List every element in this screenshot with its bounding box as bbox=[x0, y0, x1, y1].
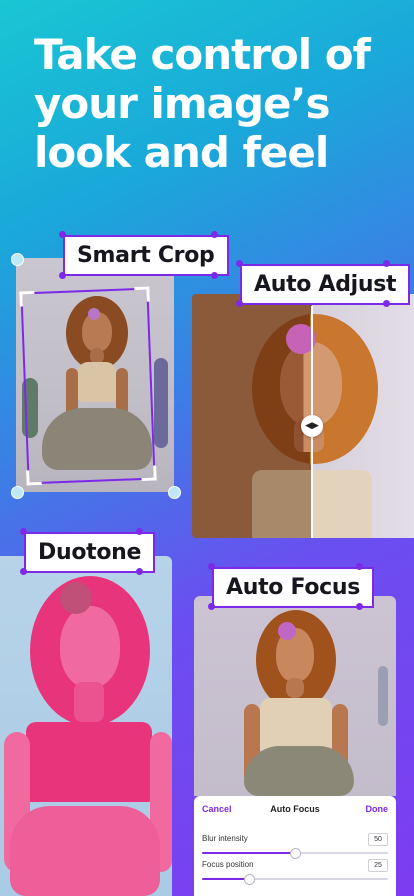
focus-position-label: Focus position bbox=[202, 860, 254, 869]
chip-corner-dot bbox=[356, 563, 363, 570]
focus-position-slider[interactable] bbox=[202, 874, 388, 885]
panel-header: Cancel Auto Focus Done bbox=[202, 804, 388, 818]
chip-corner-dot bbox=[136, 528, 143, 535]
crop-handle-bottom-right[interactable] bbox=[168, 486, 181, 499]
auto-adjust-label: Auto Adjust bbox=[240, 264, 411, 305]
crop-handle-top-left[interactable] bbox=[11, 253, 24, 266]
headline-line-3: look and feel bbox=[34, 128, 329, 177]
auto-adjust-photo bbox=[192, 294, 414, 538]
headline-line-2: your image’s bbox=[34, 79, 330, 128]
chip-corner-dot bbox=[208, 603, 215, 610]
left-right-arrows-icon[interactable]: ◀▶ bbox=[301, 415, 323, 437]
chip-corner-dot bbox=[383, 300, 390, 307]
blur-intensity-fill bbox=[202, 852, 295, 854]
chip-corner-dot bbox=[20, 528, 27, 535]
crop-handle-bottom-left[interactable] bbox=[11, 486, 24, 499]
auto-focus-flower bbox=[278, 622, 296, 640]
headline-line-1: Take control of bbox=[34, 30, 371, 79]
focus-position-thumb[interactable] bbox=[243, 874, 255, 885]
auto-focus-label: Auto Focus bbox=[212, 567, 375, 608]
duotone-label: Duotone bbox=[24, 532, 156, 573]
duotone-photo bbox=[0, 556, 172, 896]
chip-corner-dot bbox=[211, 272, 218, 279]
crop-corner-bottom-left[interactable] bbox=[26, 469, 42, 486]
focus-position-value[interactable]: 25 bbox=[368, 859, 388, 872]
chip-corner-dot bbox=[59, 231, 66, 238]
panel-title: Auto Focus bbox=[270, 804, 320, 814]
chip-corner-dot bbox=[211, 231, 218, 238]
done-button[interactable]: Done bbox=[366, 804, 389, 814]
chip-corner-dot bbox=[59, 272, 66, 279]
crop-corner-bottom-right[interactable] bbox=[141, 465, 157, 482]
chip-corner-dot bbox=[383, 260, 390, 267]
chip-corner-dot bbox=[236, 260, 243, 267]
auto-focus-editor-panel: Cancel Auto Focus Done Blur intensity 50… bbox=[194, 796, 396, 896]
chip-corner-dot bbox=[136, 568, 143, 575]
chip-corner-dot bbox=[208, 563, 215, 570]
focus-position-fill bbox=[202, 878, 249, 880]
headline: Take control of your image’s look and fe… bbox=[34, 30, 404, 177]
crop-corner-top-right[interactable] bbox=[134, 286, 150, 303]
chip-corner-dot bbox=[356, 603, 363, 610]
chip-corner-dot bbox=[20, 568, 27, 575]
blur-intensity-thumb[interactable] bbox=[290, 848, 301, 859]
blur-intensity-label: Blur intensity bbox=[202, 834, 248, 843]
chip-corner-dot bbox=[236, 300, 243, 307]
auto-focus-photo bbox=[194, 596, 396, 796]
smart-crop-label: Smart Crop bbox=[63, 235, 229, 276]
blur-intensity-value[interactable]: 50 bbox=[368, 833, 388, 846]
duotone-flower bbox=[60, 582, 92, 614]
crop-corner-top-left[interactable] bbox=[19, 290, 35, 307]
blur-intensity-slider[interactable] bbox=[202, 848, 388, 859]
smart-crop-frame[interactable] bbox=[19, 286, 157, 486]
